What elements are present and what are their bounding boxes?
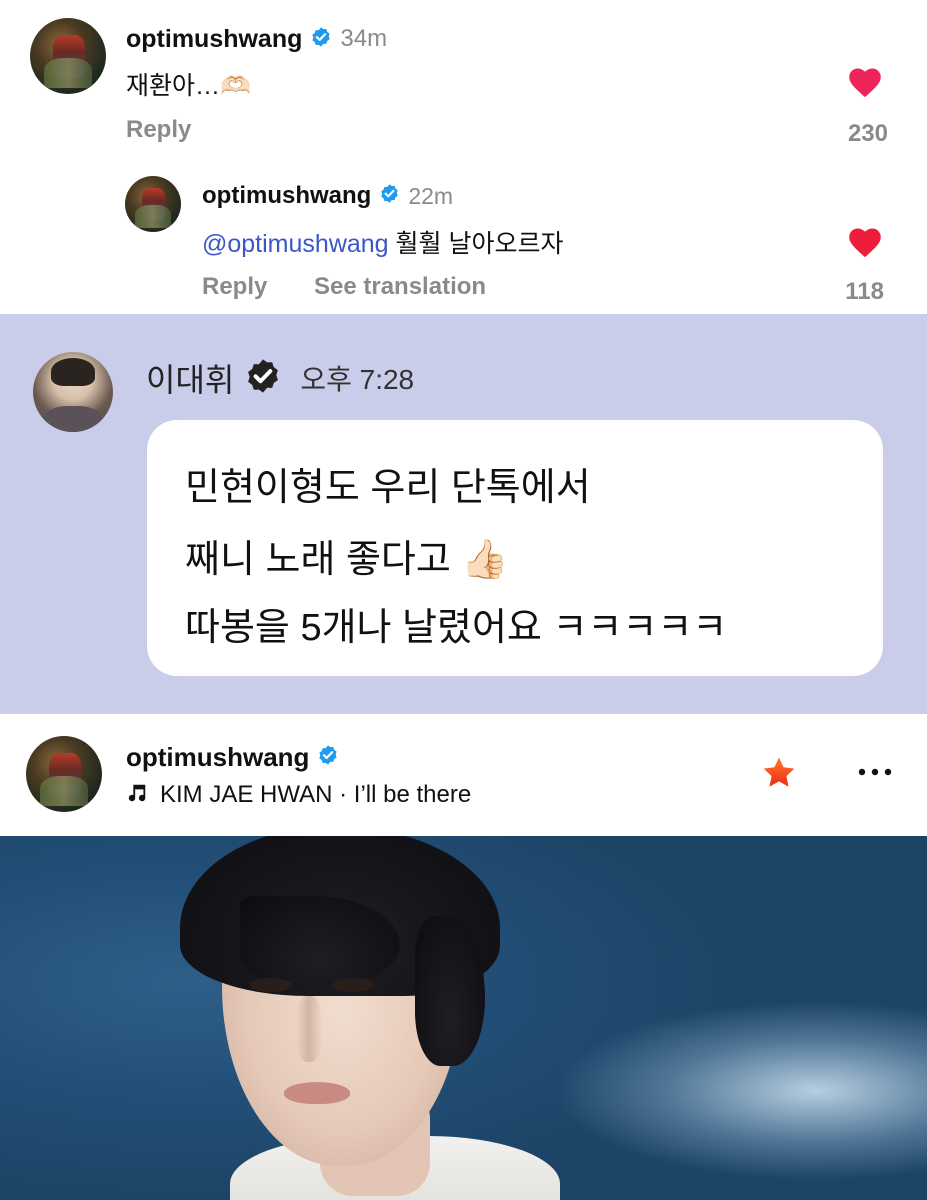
mention-link[interactable]: @optimushwang xyxy=(202,230,389,258)
post-user-row: optimushwang xyxy=(126,740,339,774)
music-note-icon xyxy=(126,781,148,810)
avatar[interactable] xyxy=(33,352,113,432)
comment-username[interactable]: optimushwang xyxy=(126,25,302,54)
comment-header: optimushwang 22m xyxy=(202,180,453,212)
chat-section: 이대휘 오후 7:28 민현이형도 우리 단톡에서 째니 노래 좋다고 👍🏻 따… xyxy=(0,314,927,714)
star-button[interactable] xyxy=(760,754,798,792)
comment-thread: optimushwang 34m 재환아…🫶🏻 Reply 230 optimu… xyxy=(0,0,927,314)
chat-line: 따봉을 5개나 날렸어요 ㅋㅋㅋㅋㅋ xyxy=(185,607,728,649)
verified-icon xyxy=(244,357,282,400)
like-button[interactable] xyxy=(846,64,884,100)
more-icon xyxy=(855,768,895,786)
comment-time: 22m xyxy=(408,182,454,209)
star-icon xyxy=(760,757,798,796)
heart-icon xyxy=(846,224,884,258)
photo-eye-right xyxy=(332,978,374,992)
post-username[interactable]: optimushwang xyxy=(126,742,309,773)
verified-icon xyxy=(310,26,332,53)
verified-icon xyxy=(379,183,400,209)
avatar[interactable] xyxy=(30,18,106,94)
chat-line: 째니 노래 좋다고 👍🏻 xyxy=(185,539,509,581)
comment-time: 34m xyxy=(340,25,388,52)
like-count: 118 xyxy=(845,278,884,305)
chat-sender-name: 이대휘 xyxy=(146,362,235,398)
comment-body: 훨훨 날아오르자 xyxy=(395,230,564,258)
see-translation-button[interactable]: See translation xyxy=(314,273,486,301)
avatar[interactable] xyxy=(125,176,181,232)
chat-time: 오후 7:28 xyxy=(300,364,415,395)
photo-eye-left xyxy=(250,978,292,992)
music-row[interactable]: KIM JAE HWAN · I’ll be there xyxy=(126,780,471,810)
comment-username[interactable]: optimushwang xyxy=(202,182,371,210)
photo-nose xyxy=(296,996,322,1062)
chat-bubble: 민현이형도 우리 단톡에서 째니 노래 좋다고 👍🏻 따봉을 5개나 날렸어요 … xyxy=(147,420,883,676)
comment-text: @optimushwang 훨훨 날아오르자 xyxy=(202,224,564,260)
heart-icon xyxy=(846,64,884,98)
reply-button[interactable]: Reply xyxy=(126,116,191,144)
chat-header: 이대휘 오후 7:28 xyxy=(146,356,414,400)
like-button[interactable] xyxy=(846,224,884,258)
reply-button[interactable]: Reply xyxy=(202,273,267,301)
comment-header: optimushwang 34m xyxy=(126,22,387,56)
music-label: KIM JAE HWAN · I’ll be there xyxy=(160,781,472,808)
avatar[interactable] xyxy=(26,736,102,812)
post-header: optimushwang KIM JAE HWAN · I’ll be ther… xyxy=(0,714,927,836)
like-count: 230 xyxy=(847,120,888,147)
post-photo[interactable] xyxy=(0,836,927,1200)
comment-text: 재환아…🫶🏻 xyxy=(126,72,252,100)
chat-line: 민현이형도 우리 단톡에서 xyxy=(185,467,591,509)
more-button[interactable] xyxy=(855,762,895,782)
verified-icon xyxy=(317,744,339,771)
photo-lips xyxy=(284,1082,350,1104)
